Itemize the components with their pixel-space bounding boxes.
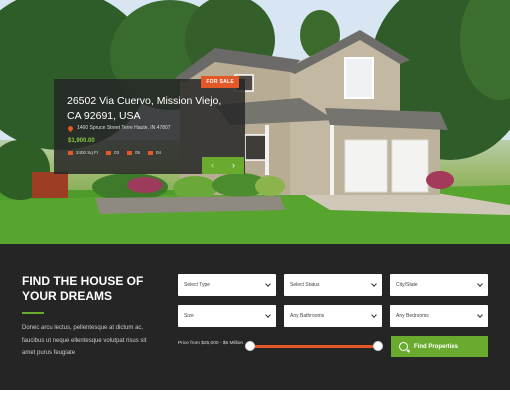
hero-banner: FOR SALE 26502 Via Cuervo, Mission Viejo…	[0, 0, 510, 244]
chevron-right-icon: ›	[232, 160, 235, 170]
size-label: Size	[184, 313, 194, 319]
price-min-handle[interactable]	[245, 341, 255, 351]
search-heading: FIND THE HOUSE OF YOUR DREAMS	[22, 274, 144, 303]
city-state-label: City/State	[396, 282, 418, 288]
chevron-down-icon	[477, 312, 483, 318]
chevron-down-icon	[371, 312, 377, 318]
price-range-label: Price from $25,000 - $5 Million	[178, 341, 244, 346]
spec-bed: 04	[148, 150, 161, 155]
slider-nav: ‹ ›	[202, 157, 244, 174]
bathrooms-dropdown[interactable]: Any Bathrooms	[284, 305, 382, 327]
select-status-dropdown[interactable]: Select Status	[284, 274, 382, 296]
search-description: Donec arcu lectus, pellentesque at dictu…	[22, 325, 147, 356]
spec-garage: 03	[106, 150, 119, 155]
size-dropdown[interactable]: Size	[178, 305, 276, 327]
previous-slide-button[interactable]: ‹	[202, 157, 223, 174]
spec-bed-value: 04	[156, 150, 162, 155]
listing-address: 1460 Spruce Street Terre Haute, IN 47807	[77, 125, 171, 131]
spec-bath: 05	[127, 150, 140, 155]
spec-bath-value: 05	[135, 150, 141, 155]
next-slide-button[interactable]: ›	[223, 157, 244, 174]
price-max-handle[interactable]	[373, 341, 383, 351]
heading-divider	[22, 312, 44, 314]
page-bottom-edge	[0, 390, 510, 400]
bedrooms-label: Any Bedrooms	[396, 313, 429, 319]
select-type-dropdown[interactable]: Select Type	[178, 274, 276, 296]
listing-title[interactable]: 26502 Via Cuervo, Mission Viejo, CA 9269…	[67, 94, 237, 124]
chevron-down-icon	[477, 281, 483, 287]
for-sale-badge: FOR SALE	[201, 76, 239, 88]
spec-garage-value: 03	[114, 150, 120, 155]
chevron-down-icon	[371, 281, 377, 287]
listing-address-row: 1460 Spruce Street Terre Haute, IN 47807	[66, 124, 171, 132]
property-search-panel: FIND THE HOUSE OF YOUR DREAMS Donec arcu…	[0, 244, 510, 390]
bed-icon	[148, 150, 154, 155]
spec-area-value: 2400 Sq Ft	[76, 150, 99, 155]
spec-area: 2400 Sq Ft	[68, 150, 98, 155]
listing-specs: 2400 Sq Ft 03 05 04	[68, 150, 161, 155]
bathrooms-label: Any Bathrooms	[290, 313, 325, 319]
find-properties-button[interactable]: Find Properties	[391, 336, 488, 357]
city-state-dropdown[interactable]: City/State	[390, 274, 488, 296]
area-icon	[68, 150, 73, 155]
listing-price: $1,900.00	[68, 138, 95, 144]
bath-icon	[127, 150, 133, 155]
bedrooms-dropdown[interactable]: Any Bedrooms	[390, 305, 488, 327]
price-range-track[interactable]	[250, 345, 378, 348]
select-status-label: Select Status	[290, 282, 320, 288]
chevron-left-icon: ‹	[211, 160, 214, 170]
find-properties-label: Find Properties	[414, 343, 459, 350]
location-pin-icon	[66, 124, 75, 132]
search-icon	[399, 342, 408, 351]
select-type-label: Select Type	[184, 282, 211, 288]
chevron-down-icon	[265, 312, 271, 318]
chevron-down-icon	[265, 281, 271, 287]
garage-icon	[106, 150, 112, 155]
